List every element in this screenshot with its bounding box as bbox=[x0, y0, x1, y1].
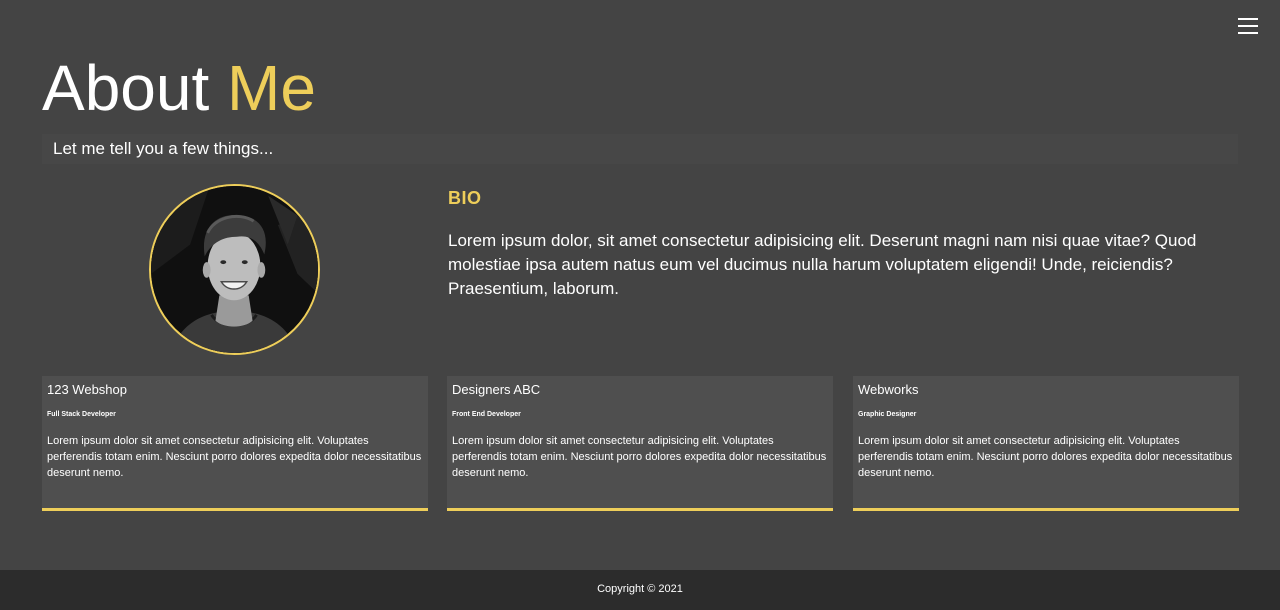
page-title-main: About bbox=[42, 52, 210, 124]
job-role: Front End Developer bbox=[452, 411, 521, 418]
job-card-2: Designers ABC Front End Developer Lorem … bbox=[447, 376, 833, 511]
job-company: Webworks bbox=[858, 382, 919, 397]
avatar bbox=[149, 184, 320, 355]
job-company: 123 Webshop bbox=[47, 382, 127, 397]
page-subtitle: Let me tell you a few things... bbox=[42, 134, 1238, 164]
job-card-1: 123 Webshop Full Stack Developer Lorem i… bbox=[42, 376, 428, 511]
bio-heading: BIO bbox=[448, 188, 482, 208]
page-title-accent: Me bbox=[227, 52, 316, 124]
job-description: Lorem ipsum dolor sit amet consectetur a… bbox=[858, 435, 1233, 479]
job-card-3: Webworks Graphic Designer Lorem ipsum do… bbox=[853, 376, 1239, 511]
menu-line bbox=[1238, 18, 1258, 20]
page-title: About Me bbox=[42, 50, 316, 126]
copyright-text: Copyright © 2021 bbox=[597, 583, 683, 595]
footer: Copyright © 2021 bbox=[0, 570, 1280, 610]
hamburger-menu-icon[interactable] bbox=[1238, 18, 1258, 34]
portrait-image bbox=[151, 186, 318, 353]
job-role: Full Stack Developer bbox=[47, 411, 116, 418]
job-role: Graphic Designer bbox=[858, 411, 917, 418]
menu-line bbox=[1238, 32, 1258, 34]
job-description: Lorem ipsum dolor sit amet consectetur a… bbox=[47, 435, 422, 479]
about-page: About Me Let me tell you a few things... bbox=[0, 0, 1280, 610]
job-company: Designers ABC bbox=[452, 382, 541, 397]
job-description: Lorem ipsum dolor sit amet consectetur a… bbox=[452, 435, 827, 479]
bio-text: Lorem ipsum dolor, sit amet consectetur … bbox=[448, 231, 1197, 298]
menu-line bbox=[1238, 25, 1258, 27]
